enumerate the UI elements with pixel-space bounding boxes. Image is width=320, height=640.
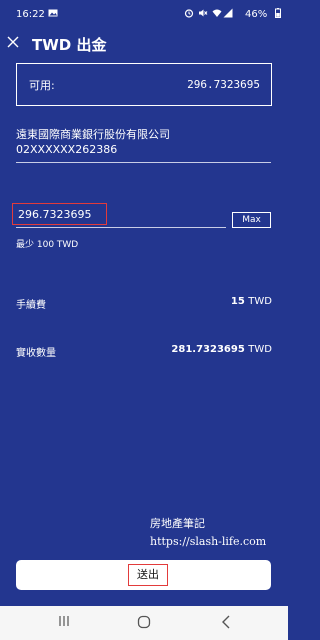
wifi-icon	[212, 8, 222, 18]
amount-input[interactable]	[12, 203, 107, 225]
watermark-title: 房地產筆記	[150, 517, 205, 530]
page-title: TWD 出金	[32, 36, 107, 54]
fee-value-group: 15 TWD	[231, 296, 272, 307]
watermark-url: https://slash-life.com	[150, 535, 267, 548]
watermark: 房地產筆記 https://slash-life.com	[150, 515, 266, 551]
available-label: 可用:	[29, 79, 55, 92]
battery-icon	[273, 8, 283, 18]
amount-underline	[16, 227, 226, 228]
fee-label: 手續費	[16, 300, 46, 311]
received-value-group: 281.7323695 TWD	[171, 344, 272, 355]
recents-icon[interactable]	[54, 615, 74, 631]
back-icon[interactable]	[216, 615, 236, 631]
system-navigation-bar	[0, 606, 288, 640]
image-icon	[48, 8, 58, 18]
alarm-icon	[184, 8, 194, 18]
status-bar: 16:22 46%	[0, 0, 288, 28]
battery-percent: 46%	[245, 9, 268, 20]
available-value: 296.7323695	[187, 78, 260, 91]
fee-row: 手續費 15 TWD	[16, 296, 272, 312]
available-balance-box: 可用: 296.7323695	[16, 63, 272, 106]
bank-name: 遠東國際商業銀行股份有限公司	[16, 128, 170, 141]
bank-divider	[16, 162, 271, 163]
mute-icon	[198, 8, 208, 18]
received-value: 281.7323695	[171, 344, 245, 355]
max-button[interactable]: Max	[232, 212, 271, 228]
status-time: 16:22	[16, 9, 45, 20]
bank-account-number: 02XXXXXX262386	[16, 143, 118, 156]
fee-value: 15	[230, 296, 245, 307]
fee-unit: TWD	[248, 296, 272, 307]
submit-label: 送出	[128, 564, 168, 586]
bank-account-selector[interactable]: 遠東國際商業銀行股份有限公司 02XXXXXX262386	[16, 127, 271, 157]
received-row: 實收數量 281.7323695 TWD	[16, 344, 272, 360]
received-label: 實收數量	[16, 348, 56, 359]
minimum-amount-hint: 最少 100 TWD	[16, 240, 79, 250]
received-unit: TWD	[248, 344, 272, 355]
page-header: TWD 出金	[0, 28, 288, 62]
home-icon[interactable]	[134, 615, 154, 631]
close-icon[interactable]	[5, 34, 21, 52]
submit-button[interactable]: 送出	[16, 560, 271, 590]
signal-icon	[223, 8, 233, 18]
